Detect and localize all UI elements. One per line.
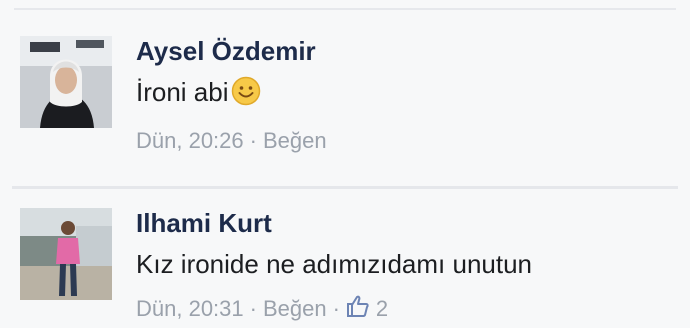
meta-separator: · [332, 296, 340, 321]
comment-meta: Dün, 20:26 · Beğen [136, 127, 670, 154]
comment-text-content: İroni abi [136, 77, 229, 107]
comment-author[interactable]: Aysel Özdemir [136, 36, 670, 66]
comment-text: İroni abi [136, 76, 670, 113]
comment-thread: Aysel Özdemir İroni abi Dün, 20:26 · Beğen [0, 0, 690, 328]
like-link[interactable]: Beğen [263, 296, 327, 321]
comment-timestamp[interactable]: Dün, 20:26 [136, 128, 244, 153]
comment-timestamp[interactable]: Dün, 20:31 [136, 296, 244, 321]
like-link[interactable]: Beğen [263, 128, 327, 153]
avatar-photo-icon [20, 208, 112, 300]
thumbs-up-icon[interactable] [346, 294, 370, 324]
comment-text: Kız ironide ne adımızıdamı unutun [136, 249, 533, 279]
avatar-photo-icon [20, 36, 112, 128]
comment-meta: Dün, 20:31 · Beğen · 2 [136, 294, 670, 324]
like-count[interactable]: 2 [376, 296, 388, 321]
avatar[interactable] [20, 208, 112, 300]
top-divider [14, 8, 676, 10]
meta-separator: · [249, 296, 257, 321]
meta-separator: · [249, 128, 257, 154]
comment-author[interactable]: Ilhami Kurt [136, 208, 670, 238]
smile-emoji-icon [231, 76, 261, 113]
avatar[interactable] [20, 36, 112, 128]
comment-divider [12, 186, 678, 189]
